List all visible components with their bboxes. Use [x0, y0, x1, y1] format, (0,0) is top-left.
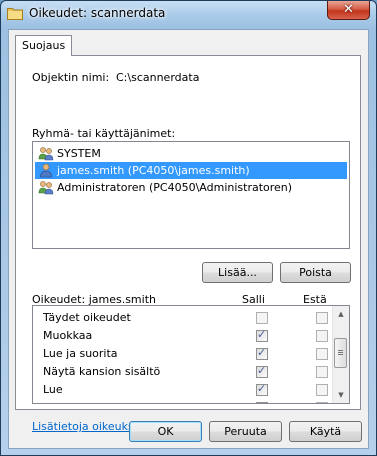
deny-checkbox[interactable]	[316, 384, 328, 396]
permission-row: Muokkaa	[33, 327, 335, 345]
security-tab-panel: Objektin nimi: C:\scannerdata Ryhmä- tai…	[15, 55, 361, 433]
list-item[interactable]: Administratoren (PC4050\Administratoren)	[35, 179, 347, 196]
vertical-scrollbar[interactable]: ▲ ▼	[332, 306, 349, 403]
users-group-icon	[38, 181, 54, 195]
list-item[interactable]: SYSTEM	[35, 145, 347, 162]
permission-name: Muokkaa	[43, 329, 93, 342]
allow-checkbox[interactable]	[256, 346, 268, 360]
permissions-list: Täydet oikeudet Muokkaa Lue ja suorita N…	[32, 305, 350, 404]
title-bar[interactable]: Oikeudet: scannerdata ✕	[1, 1, 376, 27]
permission-name: Näytä kansion sisältö	[43, 365, 161, 378]
groups-listbox[interactable]: SYSTEM james.smith (PC4050\james.smith)	[32, 141, 350, 249]
deny-checkbox[interactable]	[316, 312, 328, 324]
permission-name: Täydet oikeudet	[43, 311, 131, 324]
dialog-client: Suojaus Objektin nimi: C:\scannerdata Ry…	[8, 29, 369, 449]
object-name-label: Objektin nimi:	[32, 71, 110, 84]
scroll-up-icon[interactable]: ▲	[333, 306, 349, 322]
permission-row: Lue	[33, 381, 335, 399]
ok-button[interactable]: OK	[129, 421, 202, 442]
list-item-label: SYSTEM	[57, 147, 101, 160]
scroll-down-icon[interactable]: ▼	[333, 387, 349, 403]
close-icon: ✕	[343, 2, 354, 17]
window-title: Oikeudet: scannerdata	[29, 6, 166, 20]
allow-checkbox[interactable]	[256, 364, 268, 378]
groups-label: Ryhmä- tai käyttäjänimet:	[32, 127, 176, 140]
list-item-label: james.smith (PC4050\james.smith)	[57, 164, 250, 177]
tab-security[interactable]: Suojaus	[15, 35, 73, 56]
list-item-label: Administratoren (PC4050\Administratoren)	[57, 181, 293, 194]
apply-button[interactable]: Käytä	[289, 421, 362, 442]
close-button[interactable]: ✕	[327, 1, 370, 20]
permission-name: Lue ja suorita	[43, 347, 118, 360]
deny-checkbox[interactable]	[316, 402, 328, 403]
deny-checkbox[interactable]	[316, 366, 328, 378]
allow-checkbox[interactable]	[256, 312, 268, 324]
deny-checkbox[interactable]	[316, 348, 328, 360]
remove-button[interactable]: Poista	[280, 262, 351, 283]
add-button[interactable]: Lisää...	[202, 262, 273, 283]
allow-checkbox[interactable]	[256, 400, 268, 403]
user-icon	[40, 163, 52, 178]
permission-name: Lue	[43, 383, 63, 396]
scroll-thumb[interactable]	[334, 338, 347, 368]
permission-row: Näytä kansion sisältö	[33, 363, 335, 381]
permission-row: Lue ja suorita	[33, 345, 335, 363]
deny-checkbox[interactable]	[316, 330, 328, 342]
permission-row-partial	[33, 399, 335, 403]
list-item-selected[interactable]: james.smith (PC4050\james.smith)	[35, 162, 347, 179]
permissions-dialog: Oikeudet: scannerdata ✕ Suojaus Objektin…	[0, 0, 377, 456]
folder-icon	[7, 8, 23, 20]
allow-checkbox[interactable]	[256, 328, 268, 342]
permission-row: Täydet oikeudet	[33, 309, 335, 327]
allow-checkbox[interactable]	[256, 382, 268, 396]
cancel-button[interactable]: Peruuta	[209, 421, 282, 442]
object-name-value: C:\scannerdata	[116, 71, 200, 84]
users-group-icon	[38, 147, 54, 161]
